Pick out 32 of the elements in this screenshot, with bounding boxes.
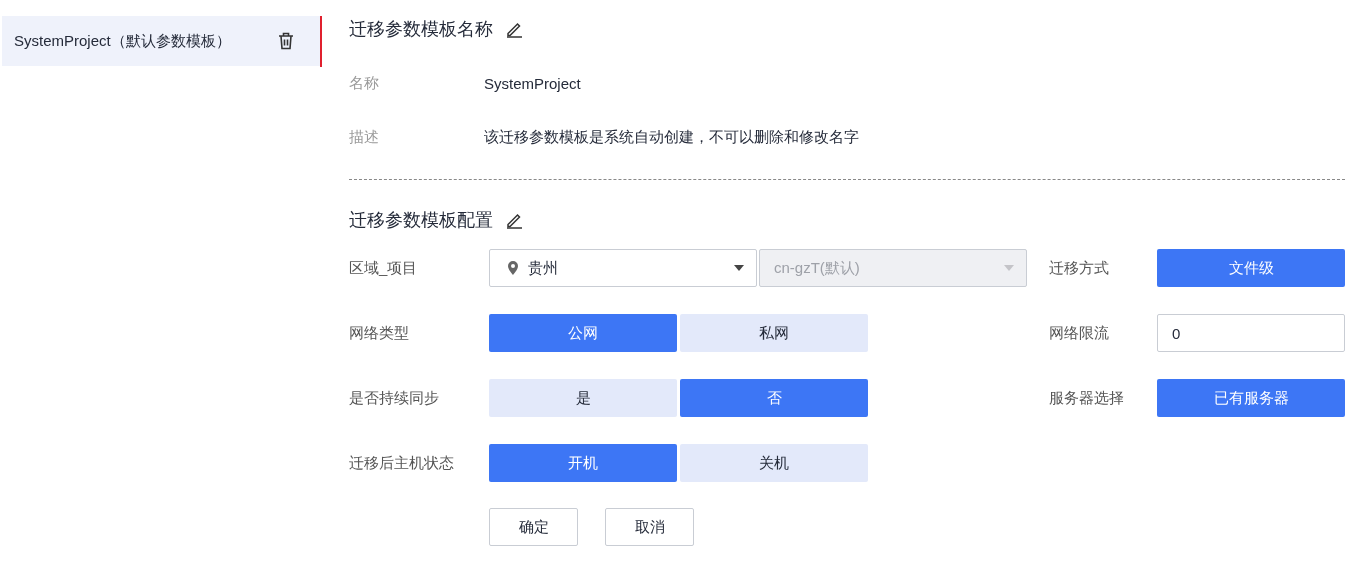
section-title: 迁移参数模板配置 <box>349 209 493 232</box>
field-label: 迁移方式 <box>1049 258 1110 278</box>
edit-icon[interactable] <box>505 211 523 229</box>
section-title: 迁移参数模板名称 <box>349 18 493 41</box>
field-label: 是否持续同步 <box>349 388 440 408</box>
location-pin-icon <box>508 261 518 275</box>
edit-icon[interactable] <box>505 20 523 38</box>
field-value: 该迁移参数模板是系统自动创建，不可以删除和修改名字 <box>484 127 859 147</box>
field-label: 区域_项目 <box>349 258 419 278</box>
option-button[interactable]: 公网 <box>489 314 677 352</box>
input-field[interactable]: 0 <box>1157 314 1345 352</box>
region-select[interactable]: 贵州 <box>489 249 757 287</box>
caret-icon <box>734 265 744 271</box>
field-label: 网络类型 <box>349 323 410 343</box>
field-label: 描述 <box>349 127 380 147</box>
action-button[interactable]: 确定 <box>489 508 578 546</box>
action-button[interactable]: 取消 <box>605 508 694 546</box>
option-button[interactable]: 文件级 <box>1157 249 1345 287</box>
option-button[interactable]: 开机 <box>489 444 677 482</box>
trash-icon[interactable] <box>278 32 294 50</box>
sidebar-item[interactable]: SystemProject（默认参数模板） <box>2 16 320 66</box>
field-label: 迁移后主机状态 <box>349 453 455 473</box>
option-button[interactable]: 私网 <box>680 314 868 352</box>
field-label: 网络限流 <box>1049 323 1110 343</box>
caret-icon <box>1004 265 1014 271</box>
option-button[interactable]: 否 <box>680 379 868 417</box>
option-button[interactable]: 是 <box>489 379 677 417</box>
field-label: 名称 <box>349 73 380 93</box>
field-label: 服务器选择 <box>1049 388 1125 408</box>
field-value: SystemProject <box>484 74 581 92</box>
option-button[interactable]: 已有服务器 <box>1157 379 1345 417</box>
option-button[interactable]: 关机 <box>680 444 868 482</box>
